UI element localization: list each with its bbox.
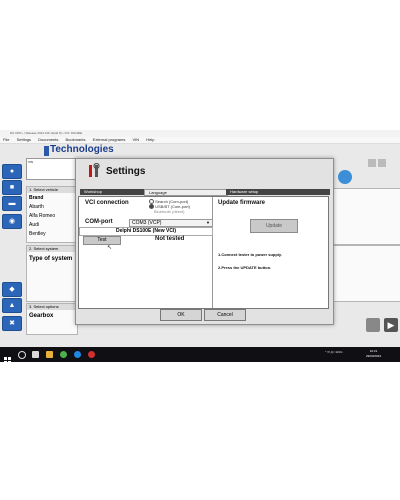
com-port-label: COM-port bbox=[85, 219, 113, 225]
update-firmware-label: Update firmware bbox=[218, 200, 266, 206]
list-item[interactable]: Alfa Romeo bbox=[29, 213, 55, 219]
tools-icon[interactable]: ▲ bbox=[2, 298, 22, 313]
tab-language[interactable]: Language bbox=[144, 189, 228, 196]
menu-file[interactable]: File bbox=[3, 137, 9, 142]
toolbar-icons bbox=[368, 154, 398, 167]
right-panel-mid bbox=[333, 245, 400, 302]
play-icon[interactable]: ▶ bbox=[384, 318, 398, 332]
vehicle-icon[interactable]: ▬ bbox=[2, 196, 22, 211]
select-system-panel: 2. Select system Type of system bbox=[26, 245, 78, 302]
menu-settings[interactable]: Settings bbox=[17, 137, 31, 142]
info-icon[interactable]: ◆ bbox=[2, 282, 22, 297]
close-icon[interactable]: ✖ bbox=[2, 316, 22, 331]
device-name-field: Delphi DS100E (New VCI) bbox=[79, 227, 213, 236]
cancel-button[interactable]: Cancel bbox=[204, 309, 246, 321]
select-system-header: 2. Select system bbox=[27, 246, 77, 252]
menu-help[interactable]: Help bbox=[146, 137, 154, 142]
brand-label: Brand bbox=[29, 195, 44, 201]
search-icon[interactable] bbox=[18, 351, 26, 359]
list-item[interactable]: Bentley bbox=[29, 231, 46, 237]
select-options-header: 3. Select options bbox=[27, 304, 77, 310]
vin-box[interactable]: VIN bbox=[26, 158, 76, 180]
edge-icon[interactable] bbox=[74, 351, 81, 358]
menu-bookmarks[interactable]: Bookmarks bbox=[66, 137, 86, 142]
windows-start-icon[interactable] bbox=[4, 351, 11, 364]
test-status: Not tested bbox=[155, 236, 185, 242]
taskbar: ^ ✉ Д □ ENG 10:21 29/03/2023 bbox=[0, 347, 400, 364]
app-window: DS CDP+ / Release 2021.10b (build 8) • V… bbox=[0, 130, 400, 347]
car-icon[interactable]: ● bbox=[2, 164, 22, 179]
radio-bluetooth[interactable]: Bluetooth (direct) bbox=[154, 209, 184, 214]
settings-icon bbox=[89, 163, 100, 177]
section-divider bbox=[212, 197, 213, 308]
vin-label: VIN bbox=[28, 160, 34, 164]
logo-icon bbox=[44, 146, 49, 156]
right-panel-top bbox=[333, 188, 400, 245]
chrome-icon[interactable] bbox=[60, 351, 67, 358]
firmware-step-2: 2.Press the UPDATE button. bbox=[218, 265, 272, 270]
menu-bar: File Settings Documents Bookmarks Extern… bbox=[0, 137, 400, 144]
update-button[interactable]: Update bbox=[250, 219, 298, 233]
select-options-panel: 3. Select options Gearbox bbox=[26, 303, 78, 335]
type-of-system-label: Type of system bbox=[29, 256, 73, 262]
title-bar: DS CDP+ / Release 2021.10b (build 8) • V… bbox=[0, 130, 400, 137]
file-explorer-icon[interactable] bbox=[46, 351, 53, 358]
dialog-body: VCI connection Search (Com-port) USB/BT … bbox=[78, 196, 329, 309]
list-item[interactable]: Abarth bbox=[29, 204, 44, 210]
minimize-icon[interactable] bbox=[368, 159, 376, 167]
sidebar: ● ■ ▬ ◉ ◆ ▲ ✖ bbox=[2, 164, 22, 334]
menu-external-programs[interactable]: External programs bbox=[93, 137, 126, 142]
com-port-select[interactable]: COM3 (VCP) ▼ bbox=[129, 219, 213, 227]
settings-dialog: Settings Workshop Language Hardware setu… bbox=[75, 158, 334, 325]
tab-workshop[interactable]: Workshop bbox=[80, 189, 146, 195]
menu-vin[interactable]: VIN bbox=[132, 137, 139, 142]
obd-icon[interactable]: ◉ bbox=[2, 214, 22, 229]
chevron-down-icon: ▼ bbox=[206, 220, 210, 225]
clock[interactable]: 10:21 29/03/2023 bbox=[366, 349, 381, 359]
tab-hardware-setup[interactable]: Hardware setup bbox=[226, 189, 330, 195]
ok-button[interactable]: OK bbox=[160, 309, 202, 321]
clock-date: 29/03/2023 bbox=[366, 354, 382, 358]
globe-icon[interactable] bbox=[338, 170, 352, 184]
select-vehicle-header: 1. Select vehicle bbox=[27, 187, 77, 193]
cursor-icon: ↖ bbox=[107, 245, 113, 251]
window-icon[interactable] bbox=[378, 159, 386, 167]
gearbox-label: Gearbox bbox=[29, 313, 54, 319]
com-port-value: COM3 (VCP) bbox=[132, 220, 162, 226]
select-vehicle-panel: 1. Select vehicle Brand Abarth Alfa Rome… bbox=[26, 186, 78, 243]
test-button[interactable]: Test bbox=[83, 236, 121, 245]
dialog-title: Settings bbox=[106, 166, 146, 177]
logo-text: Technologies bbox=[50, 144, 114, 155]
window-title: DS CDP+ / Release 2021.10b (build 8) • V… bbox=[10, 131, 83, 135]
back-icon[interactable] bbox=[366, 318, 380, 332]
firmware-step-1: 1.Connect tester to power supply. bbox=[218, 252, 282, 257]
radio-label: Bluetooth (direct) bbox=[154, 209, 185, 214]
vci-connection-label: VCI connection bbox=[85, 200, 129, 206]
list-item[interactable]: Audi bbox=[29, 222, 39, 228]
app-icon[interactable] bbox=[88, 351, 95, 358]
system-tray[interactable]: ^ ✉ Д □ ENG bbox=[325, 350, 343, 354]
truck-icon[interactable]: ■ bbox=[2, 180, 22, 195]
task-view-icon[interactable] bbox=[32, 351, 39, 358]
menu-documents[interactable]: Documents bbox=[38, 137, 58, 142]
